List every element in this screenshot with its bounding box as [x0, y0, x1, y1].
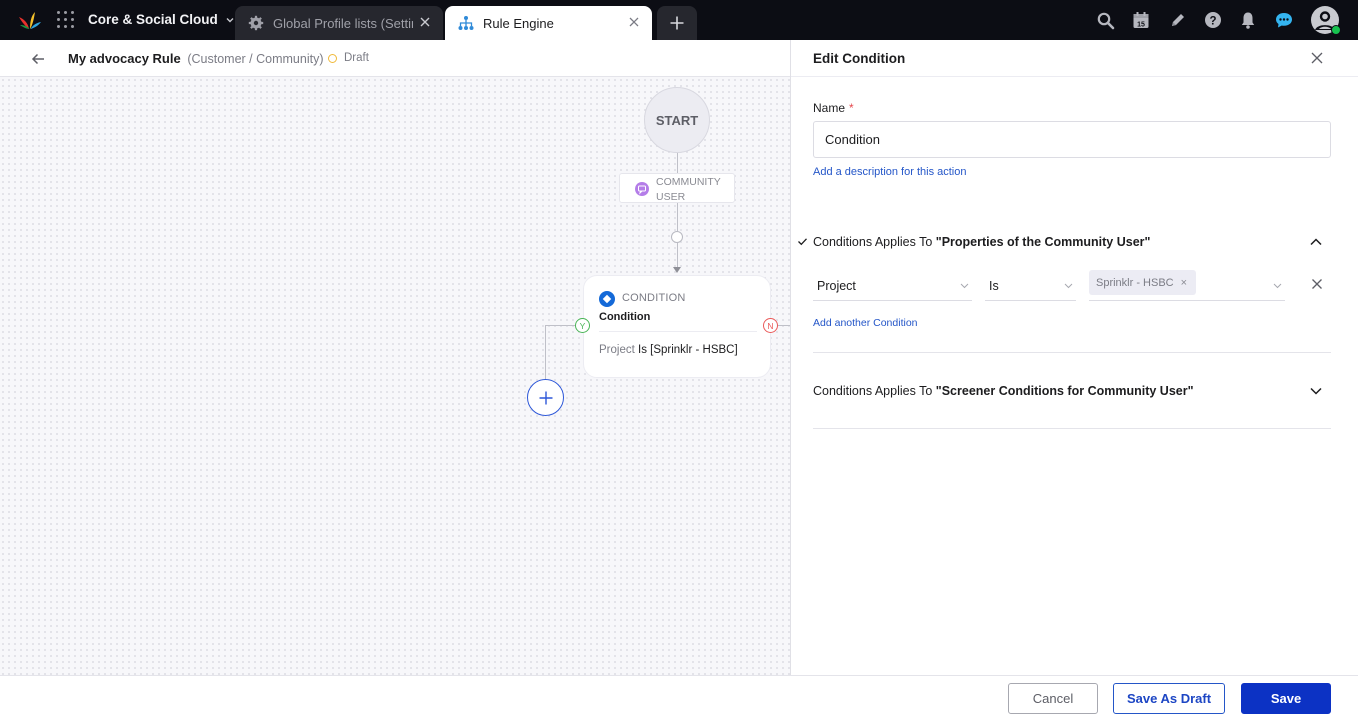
operator-dropdown[interactable]: Is [985, 270, 1076, 301]
draft-status-icon [328, 53, 337, 63]
panel-title: Edit Condition [813, 51, 906, 66]
expression-field: Project [599, 344, 635, 356]
edit-condition-panel: Edit Condition Name* Add a description f… [791, 40, 1358, 675]
section-header-properties[interactable]: Conditions Applies To "Properties of the… [813, 235, 1150, 249]
chevron-down-icon [960, 283, 969, 289]
pencil-icon[interactable] [1168, 10, 1188, 30]
product-switcher[interactable]: Core & Social Cloud [88, 12, 235, 27]
rule-name: My advocacy Rule [68, 51, 181, 66]
value-multiselect[interactable]: Sprinklr - HSBC × [1089, 270, 1285, 301]
new-tab-button[interactable] [657, 6, 697, 40]
online-status-dot [1331, 25, 1341, 35]
name-input[interactable] [813, 121, 1331, 158]
back-arrow-icon[interactable] [30, 51, 46, 67]
calendar-icon[interactable]: 15 [1131, 10, 1151, 30]
connector-line [677, 153, 678, 173]
tab-label: Global Profile lists (Settings) [273, 15, 413, 31]
node-divider [599, 331, 757, 332]
rule-header: My advocacy Rule (Customer / Community) … [0, 40, 790, 77]
section-divider [813, 352, 1331, 353]
yes-branch-badge[interactable]: Y [575, 318, 590, 333]
remove-condition-icon[interactable] [1311, 278, 1323, 290]
section-divider [813, 428, 1331, 429]
close-tab-icon[interactable] [628, 16, 640, 28]
connector-line [677, 243, 678, 268]
top-navigation-bar: Core & Social Cloud Global Profile lists… [0, 0, 1358, 40]
required-indicator: * [849, 101, 854, 115]
help-icon[interactable]: ? [1203, 10, 1223, 30]
chevron-down-icon [1273, 283, 1282, 289]
add-node-button[interactable] [527, 379, 564, 416]
node-type: CONDITION [622, 292, 686, 304]
connector-line [778, 325, 790, 326]
cancel-button[interactable]: Cancel [1008, 683, 1098, 714]
panel-header: Edit Condition [791, 40, 1358, 77]
footer-actions: Cancel Save As Draft Save [0, 675, 1358, 724]
calendar-day: 15 [1137, 22, 1145, 29]
save-button[interactable]: Save [1241, 683, 1331, 714]
node-name: Condition [599, 311, 651, 323]
rule-context: (Customer / Community) [187, 52, 324, 66]
chip-label: Sprinklr - HSBC [1096, 276, 1174, 289]
bell-icon[interactable] [1238, 10, 1258, 30]
no-branch-badge[interactable]: N [763, 318, 778, 333]
value-chip: Sprinklr - HSBC × [1089, 270, 1197, 295]
status-label: Draft [344, 52, 369, 64]
condition-diamond-icon [599, 291, 615, 307]
sprinklr-logo[interactable] [18, 9, 42, 31]
status-badge: Draft [328, 52, 369, 64]
add-another-condition-link[interactable]: Add another Condition [813, 317, 918, 329]
product-name: Core & Social Cloud [88, 12, 218, 27]
tab-label: Rule Engine [483, 15, 554, 31]
connector-line [545, 325, 575, 326]
field-dropdown[interactable]: Project [813, 270, 972, 301]
name-field-label: Name * [813, 101, 854, 115]
chevron-down-icon [1064, 283, 1073, 289]
section-header-screener[interactable]: Conditions Applies To "Screener Conditio… [813, 384, 1194, 398]
tab-global-profile-lists[interactable]: Global Profile lists (Settings) [235, 6, 443, 40]
field-value: Project [817, 279, 856, 293]
add-step-connector[interactable] [671, 231, 683, 243]
operator-value: Is [989, 279, 999, 293]
svg-text:?: ? [1209, 15, 1216, 27]
app-launcher-icon[interactable] [57, 11, 75, 29]
connector-line [545, 325, 546, 379]
arrow-down-icon [673, 267, 681, 273]
remove-chip-icon[interactable]: × [1181, 277, 1187, 289]
plus-icon [539, 391, 552, 404]
save-as-draft-button[interactable]: Save As Draft [1113, 683, 1225, 714]
community-user-icon [635, 182, 649, 196]
search-icon[interactable] [1096, 11, 1116, 31]
add-description-link[interactable]: Add a description for this action [813, 166, 966, 178]
tab-rule-engine[interactable]: Rule Engine [445, 6, 652, 40]
chevron-down-icon [226, 17, 234, 22]
chat-icon[interactable] [1274, 10, 1294, 30]
plus-icon [670, 16, 684, 30]
gear-icon [248, 15, 264, 31]
hierarchy-icon [458, 16, 474, 30]
start-node[interactable]: START [644, 87, 710, 153]
close-tab-icon[interactable] [419, 16, 431, 28]
connector-line [677, 203, 678, 231]
rule-title: My advocacy Rule (Customer / Community) [68, 51, 323, 66]
chevron-up-icon[interactable] [1309, 235, 1323, 249]
check-icon [798, 238, 807, 246]
close-icon[interactable] [1309, 50, 1325, 66]
node-expression: Project Is [Sprinklr - HSBC] [599, 344, 738, 356]
expression-value: Is [Sprinklr - HSBC] [638, 344, 738, 356]
trigger-label: COMMUNITY USER [656, 176, 721, 203]
condition-node[interactable]: CONDITION Condition Project Is [Sprinklr… [583, 275, 771, 378]
chevron-down-icon[interactable] [1309, 384, 1323, 398]
trigger-node-community-user[interactable]: COMMUNITY USER [619, 173, 735, 203]
